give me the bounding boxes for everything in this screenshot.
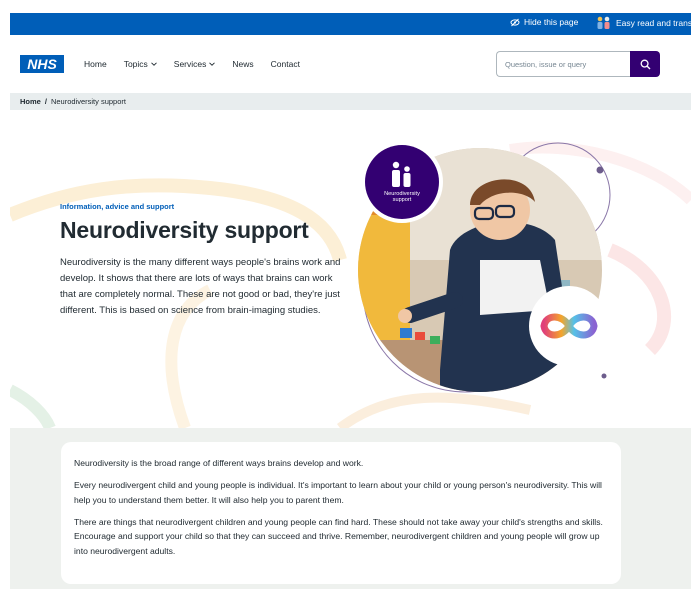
nav-news-label: News	[232, 59, 254, 69]
nav-home-label: Home	[84, 59, 107, 69]
intro-paragraph: Every neurodivergent child and young peo…	[74, 480, 602, 505]
search-input[interactable]: Question, issue or query	[496, 51, 630, 77]
people-icon	[597, 16, 610, 29]
breadcrumb-current: Neurodiversity support	[50, 97, 126, 106]
intro-paragraph: Neurodiversity is the broad range of dif…	[74, 458, 364, 468]
nhs-logo[interactable]: NHS	[20, 55, 64, 73]
nav-contact-label: Contact	[270, 59, 300, 69]
hide-page-label: Hide this page	[524, 17, 579, 27]
easy-read-label: Easy read and translat	[616, 18, 691, 28]
nav-home[interactable]: Home	[84, 59, 107, 69]
page: Hide this page Easy read and translat NH…	[0, 0, 691, 589]
intro-paragraph: There are things that neurodivergent chi…	[74, 516, 603, 556]
infinity-badge	[529, 286, 609, 366]
nav-services-label: Services	[173, 59, 207, 69]
hero-section: Neurodiversity support Information, advi…	[10, 110, 691, 428]
nav-topics[interactable]: Topics	[124, 59, 157, 69]
main-nav: Home Topics Services News Contact	[84, 59, 300, 69]
intro-card: Neurodiversity is the broad range of dif…	[61, 442, 621, 584]
page-title: Neurodiversity support	[60, 217, 309, 243]
neurodiversity-badge-icon	[392, 161, 411, 187]
breadcrumb-separator: /	[44, 97, 47, 106]
content-section: Neurodiversity is the broad range of dif…	[10, 428, 691, 589]
nav-topics-label: Topics	[123, 59, 148, 69]
nav-contact[interactable]: Contact	[271, 59, 300, 69]
hide-page-link[interactable]: Hide this page	[510, 17, 578, 27]
easy-read-link[interactable]: Easy read and translat	[595, 15, 691, 31]
search-button[interactable]	[630, 51, 660, 77]
breadcrumb-home[interactable]: Home	[20, 97, 41, 106]
chevron-down-icon	[150, 62, 157, 66]
search-icon	[640, 59, 650, 69]
site-header: NHS Home Topics Services News Contact Qu…	[10, 35, 691, 93]
neurodiversity-badge: Neurodiversity support	[365, 145, 439, 219]
breadcrumb: Home / Neurodiversity support	[10, 93, 691, 110]
hero-lead: Neurodiversity is the many different way…	[60, 257, 341, 316]
eye-slash-icon	[510, 18, 520, 26]
badge-label: Neurodiversity support	[384, 190, 420, 204]
infinity-icon	[540, 313, 598, 339]
hero-kicker: Information, advice and support	[60, 202, 175, 211]
chevron-down-icon	[209, 62, 216, 66]
utility-bar: Hide this page Easy read and translat	[10, 13, 691, 35]
nav-services[interactable]: Services	[174, 59, 216, 69]
nav-news[interactable]: News	[232, 59, 253, 69]
